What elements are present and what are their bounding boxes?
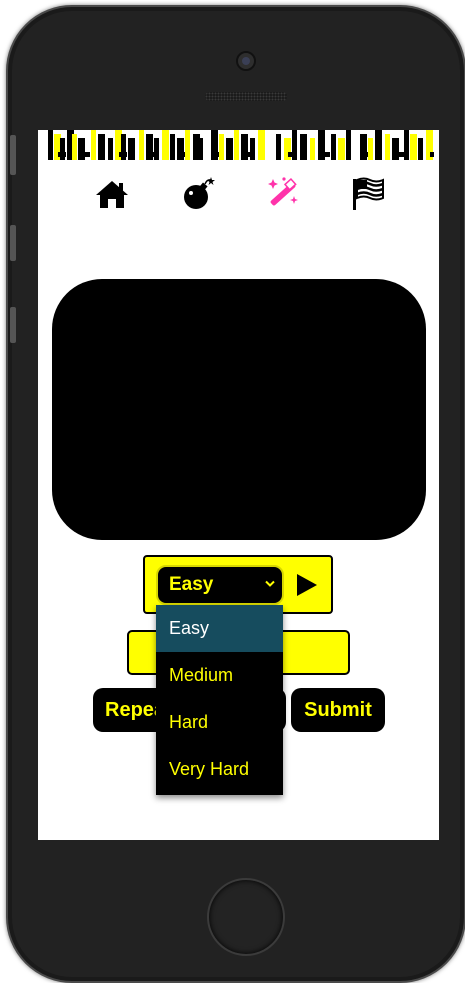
volume-down-button: [10, 307, 16, 343]
submit-button[interactable]: Submit: [291, 688, 385, 732]
play-icon[interactable]: [296, 573, 318, 597]
earpiece-speaker: [205, 92, 287, 101]
volume-up-button: [10, 225, 16, 261]
difficulty-select[interactable]: Easy: [156, 565, 284, 605]
difficulty-selected-value: Easy: [169, 574, 214, 595]
app-screen: Easy Repeat Submit Easy Medium Hard Very: [38, 130, 439, 840]
phone-frame: Easy Repeat Submit Easy Medium Hard Very: [6, 5, 465, 983]
game-display: [52, 279, 426, 540]
mute-switch: [10, 135, 16, 175]
difficulty-dropdown-list: Easy Medium Hard Very Hard: [156, 605, 283, 795]
dropdown-option-easy[interactable]: Easy: [156, 605, 283, 652]
submit-button-label: Submit: [304, 699, 372, 721]
banner-logo: [48, 130, 434, 160]
front-camera: [236, 51, 256, 71]
flag-icon[interactable]: [349, 176, 387, 212]
chevron-down-icon: [265, 580, 275, 587]
magic-wand-icon[interactable]: [264, 176, 302, 212]
dropdown-option-very-hard[interactable]: Very Hard: [156, 746, 283, 793]
top-navigation: [38, 176, 439, 214]
home-hardware-button: [207, 878, 285, 956]
dropdown-option-hard[interactable]: Hard: [156, 699, 283, 746]
bomb-icon[interactable]: [179, 176, 217, 212]
dropdown-option-medium[interactable]: Medium: [156, 652, 283, 699]
home-icon[interactable]: [93, 176, 131, 212]
